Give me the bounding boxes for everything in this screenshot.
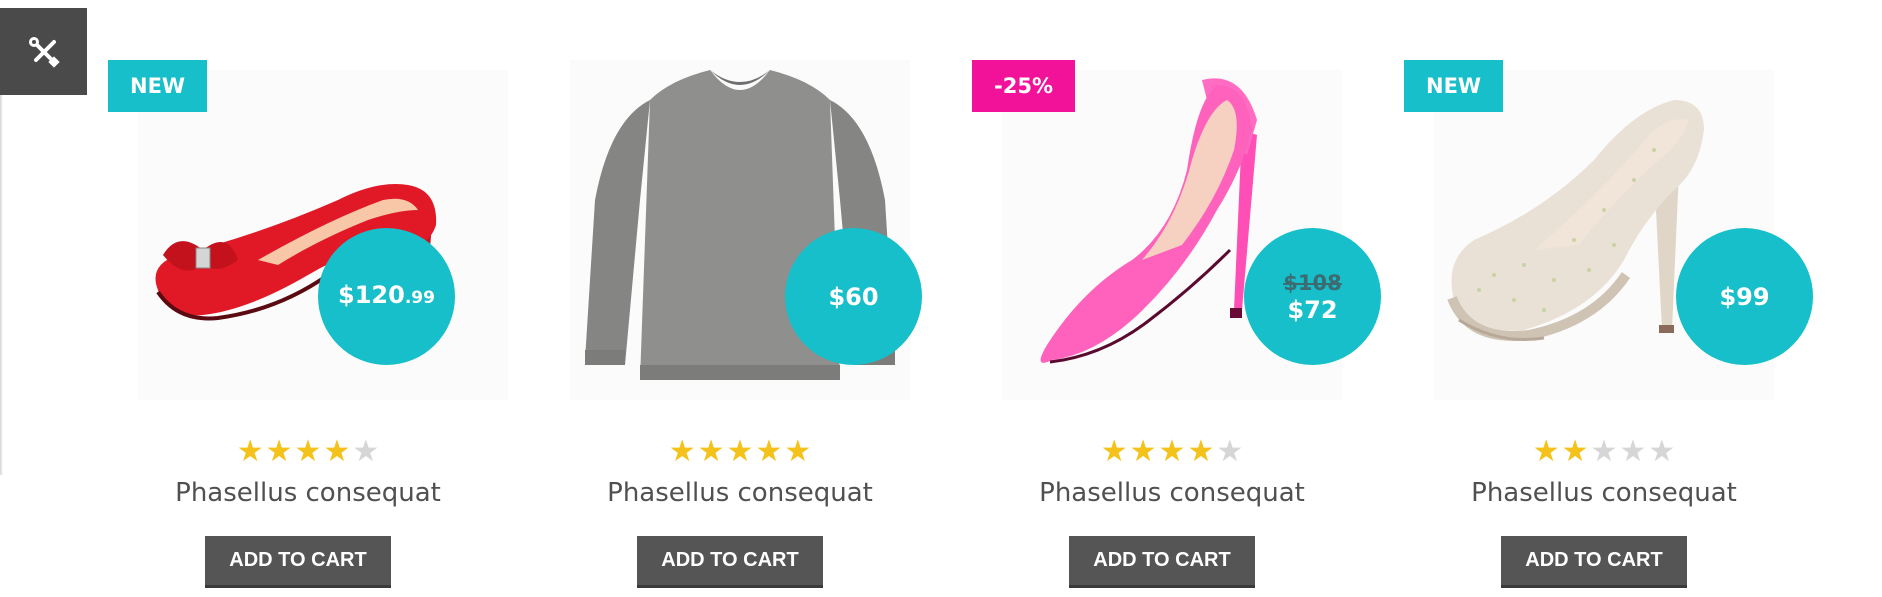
product-image-grey-sweater[interactable]: $60	[540, 60, 940, 400]
badge-new: NEW	[108, 60, 208, 112]
star-icon: ★	[1532, 434, 1560, 469]
star-icon: ★	[668, 434, 696, 469]
star-icon: ★	[1216, 434, 1244, 469]
star-icon: ★	[1648, 434, 1676, 469]
star-icon: ★	[1158, 434, 1186, 469]
product-card: NEW $99 ★ ★ ★ ★ ★ Phasellus consequat AD…	[1404, 60, 1813, 590]
add-to-cart-button[interactable]: ADD TO CART	[1501, 536, 1687, 588]
star-icon: ★	[697, 434, 725, 469]
price-bubble: $60	[785, 228, 922, 365]
product-title[interactable]: Phasellus consequat	[972, 478, 1372, 508]
price: $60	[828, 282, 879, 311]
price: $99	[1719, 282, 1770, 311]
price-bubble: $108 $72	[1244, 228, 1381, 365]
badge-sale: -25%	[972, 60, 1075, 112]
star-icon: ★	[726, 434, 754, 469]
star-icon: ★	[755, 434, 783, 469]
star-icon: ★	[323, 434, 351, 469]
product-grid: NEW $120.99 ★ ★ ★ ★ ★ Phasellus consequa…	[0, 0, 1882, 597]
old-price: $108	[1283, 270, 1342, 295]
star-icon: ★	[784, 434, 812, 469]
product-image-pink-stiletto[interactable]: -25% $108 $72	[972, 60, 1381, 400]
add-to-cart-button[interactable]: ADD TO CART	[205, 536, 391, 588]
star-icon: ★	[352, 434, 380, 469]
star-icon: ★	[1619, 434, 1647, 469]
product-card: $60 ★ ★ ★ ★ ★ Phasellus consequat ADD TO…	[540, 60, 940, 590]
star-icon: ★	[1100, 434, 1128, 469]
product-title[interactable]: Phasellus consequat	[1404, 478, 1804, 508]
add-to-cart-button[interactable]: ADD TO CART	[1069, 536, 1255, 588]
price-bubble: $120.99	[318, 228, 455, 365]
product-title[interactable]: Phasellus consequat	[540, 478, 940, 508]
star-icon: ★	[236, 434, 264, 469]
star-icon: ★	[1187, 434, 1215, 469]
star-icon: ★	[1561, 434, 1589, 469]
product-card: NEW $120.99 ★ ★ ★ ★ ★ Phasellus consequa…	[108, 60, 508, 590]
add-to-cart-button[interactable]: ADD TO CART	[637, 536, 823, 588]
product-image-red-suede-pump[interactable]: NEW $120.99	[108, 60, 508, 400]
rating-stars: ★ ★ ★ ★ ★	[972, 437, 1372, 467]
product-card: -25% $108 $72 ★ ★ ★ ★ ★ Phasellus conseq…	[972, 60, 1381, 590]
price-bubble: $99	[1676, 228, 1813, 365]
badge-new: NEW	[1404, 60, 1504, 112]
rating-stars: ★ ★ ★ ★ ★	[108, 437, 508, 467]
star-icon: ★	[265, 434, 293, 469]
price: $120.99	[338, 281, 435, 309]
star-icon: ★	[1129, 434, 1157, 469]
star-icon: ★	[294, 434, 322, 469]
rating-stars: ★ ★ ★ ★ ★	[540, 437, 940, 467]
product-image-rhinestone-heel[interactable]: NEW $99	[1404, 60, 1813, 400]
price: $72	[1287, 295, 1338, 324]
star-icon: ★	[1590, 434, 1618, 469]
product-title[interactable]: Phasellus consequat	[108, 478, 508, 508]
rating-stars: ★ ★ ★ ★ ★	[1404, 437, 1804, 467]
